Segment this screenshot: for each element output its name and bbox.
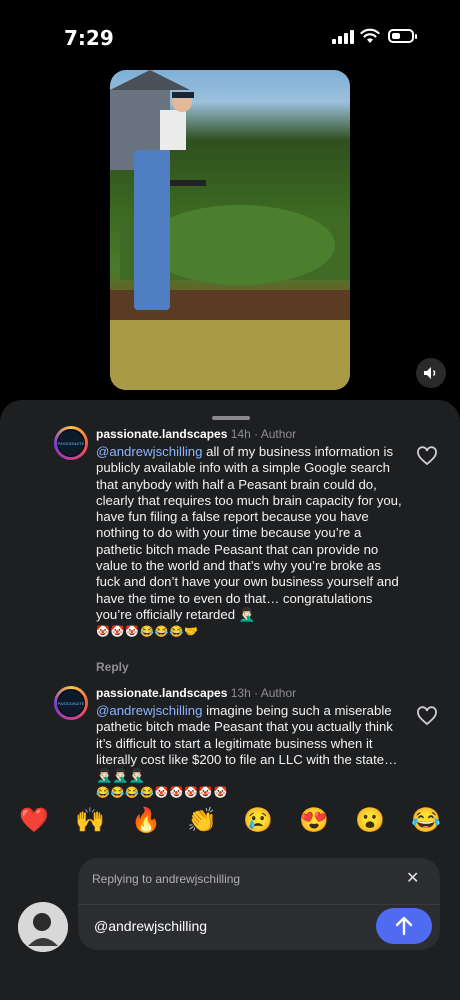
reaction-surprised[interactable]: 😮 <box>350 806 390 835</box>
comment-body: @andrewjschilling imagine being such a m… <box>96 703 402 802</box>
video-frame <box>110 70 350 390</box>
reaction-crying[interactable]: 😢 <box>238 806 278 835</box>
comment-username[interactable]: passionate.landscapes <box>96 686 227 700</box>
commenter-avatar[interactable]: PASSIONATE <box>54 426 88 460</box>
comment-meta: 14h · Author <box>230 427 297 441</box>
reaction-heart[interactable]: ❤️ <box>14 806 54 835</box>
wifi-icon <box>360 28 380 43</box>
comment-input[interactable]: @andrewjschilling <box>94 918 207 934</box>
status-time: 7:29 <box>64 26 114 50</box>
reaction-laughing[interactable]: 😂 <box>406 806 446 835</box>
comment-body: @andrewjschilling all of my business inf… <box>96 444 402 641</box>
reply-link[interactable]: Reply <box>96 660 129 674</box>
my-avatar <box>18 902 68 952</box>
heart-icon[interactable] <box>416 446 438 466</box>
comment-emoji: 😂😂😂😂🤡🤡🤡🤡🤡 <box>96 787 229 800</box>
battery-icon <box>388 29 417 43</box>
comment-mention[interactable]: @andrewjschilling <box>96 703 202 718</box>
heart-icon[interactable] <box>416 706 438 726</box>
comment-header: passionate.landscapes 14h · Author <box>96 427 296 441</box>
sound-toggle-button[interactable] <box>416 358 446 388</box>
reaction-raised-hands[interactable]: 🙌 <box>70 806 110 835</box>
arrow-up-icon <box>395 916 413 936</box>
send-button[interactable] <box>376 908 432 944</box>
comment-text: all of my business information is public… <box>96 444 402 622</box>
comment-header: passionate.landscapes 13h · Author <box>96 686 296 700</box>
comment-mention[interactable]: @andrewjschilling <box>96 444 202 459</box>
comment-emoji: 🤡🤡🤡😂😂😂🤝 <box>96 626 199 639</box>
reaction-clap[interactable]: 👏 <box>182 806 222 835</box>
video-player[interactable] <box>110 70 350 390</box>
quick-reactions-bar: ❤️ 🙌 🔥 👏 😢 😍 😮 😂 <box>0 806 460 846</box>
cellular-signal-icon <box>332 30 354 44</box>
reaction-heart-eyes[interactable]: 😍 <box>294 806 334 835</box>
reaction-fire[interactable]: 🔥 <box>126 806 166 835</box>
comment-username[interactable]: passionate.landscapes <box>96 427 227 441</box>
commenter-avatar[interactable]: PASSIONATE <box>54 686 88 720</box>
close-icon[interactable]: ✕ <box>406 868 419 888</box>
comment-meta: 13h · Author <box>230 686 297 700</box>
status-bar: 7:29 <box>0 0 460 70</box>
sheet-drag-handle[interactable] <box>212 416 250 420</box>
speaker-icon <box>424 367 436 379</box>
composer-divider <box>78 904 440 905</box>
replying-to-label: Replying to andrewjschilling <box>92 872 241 886</box>
